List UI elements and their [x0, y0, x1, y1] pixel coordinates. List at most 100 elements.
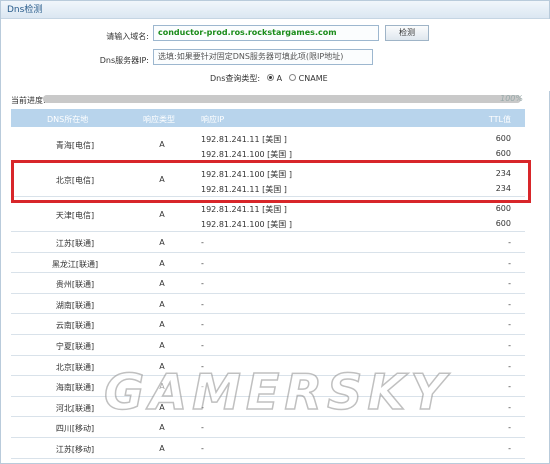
- query-type-row: Dns查询类型: A CNAME: [210, 73, 328, 84]
- row-ip: -: [201, 299, 204, 309]
- header-response-type: 响应类型: [143, 115, 175, 124]
- row-location: 江苏[移动]: [55, 444, 95, 454]
- row-ttl: -: [508, 279, 511, 289]
- row-ttl: -: [508, 382, 511, 392]
- row-ttl: -: [508, 402, 511, 412]
- row-type: A: [159, 175, 165, 184]
- row-location: 黑龙江[联通]: [51, 259, 99, 269]
- row-location: 北京[联通]: [55, 362, 95, 372]
- table-row: 贵州[联通] A - -: [11, 273, 525, 294]
- row-type: A: [159, 299, 165, 309]
- dns-server-label: Dns服务器IP:: [99, 56, 149, 65]
- row-ttl: -: [508, 423, 511, 433]
- row-ttl: 234: [495, 169, 511, 178]
- row-ip: 192.81.241.100 [美国 ]: [201, 150, 292, 159]
- row-location: 海南[联通]: [55, 383, 95, 393]
- row-ip: -: [201, 279, 204, 289]
- table-row: 海南[联通] A - -: [11, 376, 525, 397]
- row-location: 河北[联通]: [55, 403, 95, 413]
- query-type-a-label[interactable]: A: [277, 74, 282, 83]
- row-ttl: -: [508, 340, 511, 350]
- row-ttl: -: [508, 238, 511, 247]
- row-ip: -: [201, 320, 204, 330]
- query-type-label: Dns查询类型:: [210, 74, 261, 83]
- row-type: A: [159, 382, 165, 392]
- dns-results-table: DNS所在地 响应类型 响应IP TTL值 青海[电信] A 192.81.24…: [11, 109, 525, 459]
- query-type-cname-radio[interactable]: [288, 74, 296, 81]
- table-row: 湖南[联通] A - -: [11, 293, 525, 315]
- query-type-a-radio[interactable]: [266, 74, 274, 81]
- row-location: 云南[联通]: [55, 321, 95, 331]
- row-type: A: [159, 140, 165, 149]
- table-row: 河北[联通] A - -: [11, 396, 525, 418]
- row-ip: -: [201, 238, 204, 247]
- row-type: A: [159, 423, 165, 433]
- row-ip: -: [201, 423, 204, 433]
- row-ip: -: [201, 382, 204, 392]
- dns-server-input[interactable]: 选填:如果要针对固定DNS服务器可填此项(限IP地址): [153, 49, 373, 65]
- query-type-cname-label[interactable]: CNAME: [299, 74, 328, 83]
- row-ip: 192.81.241.100 [美国 ]: [201, 170, 292, 179]
- progress-bar: [43, 95, 521, 103]
- row-type: A: [159, 320, 165, 330]
- domain-label: 请输入域名:: [106, 32, 149, 41]
- row-ip: 192.81.241.11 [美国 ]: [201, 205, 287, 214]
- header-response-ip: 响应IP: [201, 115, 225, 124]
- row-ttl: 600: [495, 149, 511, 158]
- dns-check-form: 请输入域名: conductor-prod.ros.rockstargames.…: [1, 19, 550, 91]
- row-type: A: [159, 361, 165, 371]
- row-ip: -: [201, 443, 204, 453]
- row-ttl: -: [508, 361, 511, 371]
- row-ip: -: [201, 258, 204, 268]
- row-location: 北京[电信]: [55, 176, 95, 185]
- row-ip: 192.81.241.11 [美国 ]: [201, 185, 287, 194]
- table-header: DNS所在地 响应类型 响应IP TTL值: [11, 109, 525, 127]
- row-ip: -: [201, 340, 204, 350]
- row-ttl: 600: [495, 204, 511, 213]
- row-ttl: 600: [495, 219, 511, 228]
- row-location: 天津[电信]: [55, 211, 95, 220]
- table-row: 黑龙江[联通] A - -: [11, 252, 525, 274]
- row-ttl: 234: [495, 184, 511, 193]
- row-type: A: [159, 258, 165, 268]
- row-type: A: [159, 443, 165, 453]
- table-row: 宁夏[联通] A - -: [11, 334, 525, 356]
- row-ttl: -: [508, 443, 511, 453]
- header-location: DNS所在地: [47, 115, 89, 124]
- domain-input[interactable]: conductor-prod.ros.rockstargames.com: [153, 25, 379, 41]
- row-ip: 192.81.241.11 [美国 ]: [201, 135, 287, 144]
- dns-check-panel: Dns检测 请输入域名: conductor-prod.ros.rockstar…: [0, 0, 550, 464]
- row-location: 青海[电信]: [55, 141, 95, 150]
- row-ip: -: [201, 402, 204, 412]
- progress-label: 当前进度:: [11, 96, 46, 105]
- table-row: 四川[移动] A - -: [11, 417, 525, 438]
- table-row: 北京[电信] A 192.81.241.100 [美国 ] 192.81.241…: [11, 162, 525, 197]
- row-ttl: -: [508, 299, 511, 309]
- table-row: 江苏[联通] A - -: [11, 232, 525, 253]
- row-location: 湖南[联通]: [55, 300, 95, 310]
- row-ttl: 600: [495, 134, 511, 143]
- row-location: 四川[移动]: [55, 424, 95, 434]
- table-row: 青海[电信] A 192.81.241.11 [美国 ] 192.81.241.…: [11, 127, 525, 162]
- table-row: 江苏[移动] A - -: [11, 437, 525, 459]
- row-ip: -: [201, 361, 204, 371]
- check-button[interactable]: 检测: [385, 25, 429, 41]
- table-row: 北京[联通] A - -: [11, 355, 525, 377]
- row-type: A: [159, 402, 165, 412]
- row-location: 江苏[联通]: [55, 239, 95, 248]
- row-type: A: [159, 340, 165, 350]
- row-type: A: [159, 238, 165, 247]
- row-type: A: [159, 210, 165, 219]
- row-location: 宁夏[联通]: [55, 341, 95, 351]
- progress-percent: 100%: [500, 94, 523, 103]
- progress-section: 当前进度: 100%: [1, 93, 550, 105]
- row-ip: 192.81.241.100 [美国 ]: [201, 220, 292, 229]
- panel-title: Dns检测: [1, 1, 549, 19]
- table-row: 天津[电信] A 192.81.241.11 [美国 ] 192.81.241.…: [11, 197, 525, 232]
- row-type: A: [159, 279, 165, 289]
- header-ttl: TTL值: [488, 115, 511, 124]
- progress-fill: [43, 95, 521, 103]
- row-location: 贵州[联通]: [55, 280, 95, 290]
- row-ttl: -: [508, 320, 511, 330]
- table-row: 云南[联通] A - -: [11, 314, 525, 335]
